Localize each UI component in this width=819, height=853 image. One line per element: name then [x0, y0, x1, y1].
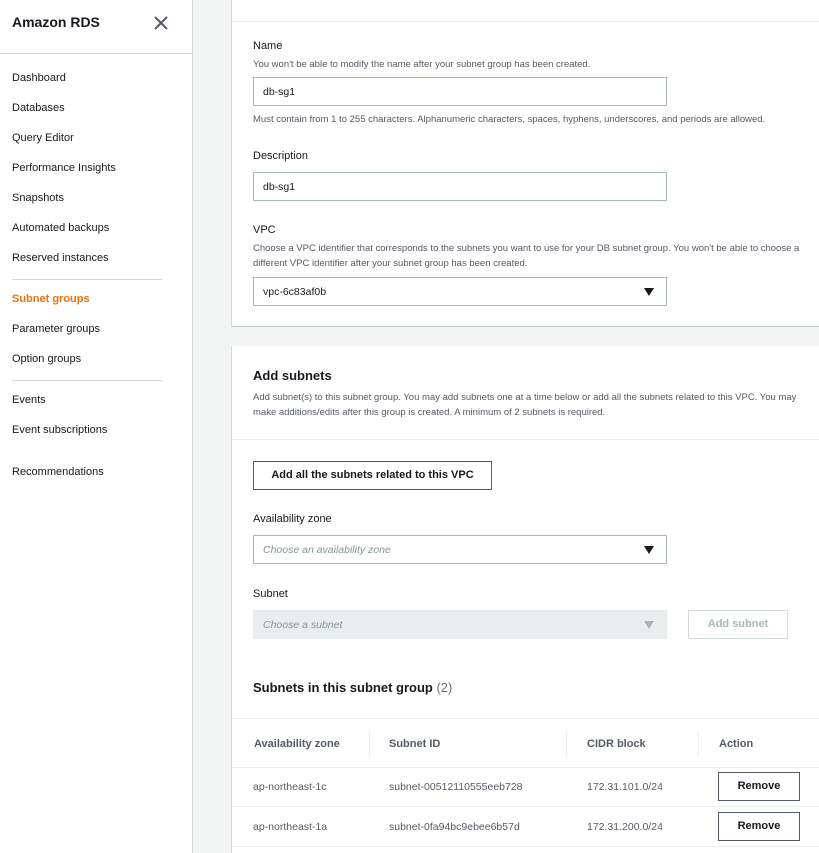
subnets-table-title-text: Subnets in this subnet group [253, 680, 433, 695]
cell-availability-zone: ap-northeast-1a [253, 821, 328, 833]
sidebar-title: Amazon RDS [12, 14, 100, 30]
name-input-value: db-sg1 [263, 86, 296, 98]
add-all-subnets-button[interactable]: Add all the subnets related to this VPC [253, 461, 492, 490]
chevron-down-icon [644, 546, 654, 554]
description-input[interactable]: db-sg1 [253, 172, 667, 201]
cell-subnet-id: subnet-00512110555eeb728 [389, 781, 523, 793]
subnets-table-header: Subnets in this subnet group (2) [232, 660, 819, 718]
column-separator [698, 731, 699, 757]
vpc-label: VPC [253, 224, 276, 236]
add-subnets-description: Add subnet(s) to this subnet group. You … [253, 392, 797, 418]
vpc-hint: Choose a VPC identifier that corresponds… [253, 243, 800, 269]
sidebar-item-subnet-groups[interactable]: Subnet groups [12, 293, 90, 305]
subnet-placeholder: Choose a subnet [263, 619, 343, 631]
availability-zone-placeholder: Choose an availability zone [263, 544, 391, 556]
vpc-select[interactable]: vpc-6c83af0b [253, 277, 667, 306]
navigation-sidebar: Amazon RDS Dashboard Databases Query Edi… [0, 0, 193, 853]
column-separator [369, 731, 370, 757]
subnet-label: Subnet [253, 588, 288, 600]
name-label: Name [253, 40, 283, 52]
table-header-row: Availability zone Subnet ID CIDR block A… [232, 718, 819, 768]
cell-availability-zone: ap-northeast-1c [253, 781, 327, 793]
sidebar-item-query-editor[interactable]: Query Editor [12, 132, 74, 144]
sidebar-item-snapshots[interactable]: Snapshots [12, 192, 64, 204]
column-header-action: Action [719, 738, 754, 750]
sidebar-item-databases[interactable]: Databases [12, 102, 65, 114]
name-input[interactable]: db-sg1 [253, 77, 667, 106]
chevron-down-icon [644, 288, 654, 296]
subnets-count: (2) [436, 680, 453, 695]
column-header-availability-zone[interactable]: Availability zone [254, 738, 340, 750]
sidebar-item-reserved-instances[interactable]: Reserved instances [12, 252, 109, 264]
close-icon[interactable] [152, 14, 170, 32]
column-header-subnet-id[interactable]: Subnet ID [389, 738, 440, 750]
subnet-group-details-panel: Name You won't be able to modify the nam… [231, 0, 819, 327]
chevron-down-icon [644, 621, 654, 629]
cell-subnet-id: subnet-0fa94bc9ebee6b57d [389, 821, 520, 833]
name-hint: You won't be able to modify the name aft… [253, 59, 591, 70]
availability-zone-label: Availability zone [253, 513, 332, 525]
sidebar-item-events[interactable]: Events [12, 394, 46, 406]
sidebar-item-option-groups[interactable]: Option groups [12, 353, 81, 365]
subnet-select[interactable]: Choose a subnet [253, 610, 667, 639]
sidebar-header: Amazon RDS [0, 0, 192, 54]
sidebar-item-dashboard[interactable]: Dashboard [12, 72, 66, 84]
remove-button[interactable]: Remove [718, 772, 800, 801]
add-subnets-title: Add subnets [253, 368, 332, 383]
remove-button[interactable]: Remove [718, 812, 800, 841]
cell-cidr-block: 172.31.200.0/24 [587, 821, 663, 833]
sidebar-item-recommendations[interactable]: Recommendations [12, 466, 104, 478]
add-subnets-panel: Add subnets Add subnet(s) to this subnet… [231, 346, 819, 666]
column-header-cidr-block[interactable]: CIDR block [587, 738, 646, 750]
sidebar-item-automated-backups[interactable]: Automated backups [12, 222, 109, 234]
vpc-select-value: vpc-6c83af0b [263, 286, 327, 298]
subnets-table-panel: Subnets in this subnet group (2) Availab… [231, 660, 819, 853]
sidebar-item-event-subscriptions[interactable]: Event subscriptions [12, 424, 107, 436]
sidebar-divider [12, 380, 162, 381]
add-subnets-header: Add subnets Add subnet(s) to this subnet… [232, 346, 819, 440]
table-row: ap-northeast-1a subnet-0fa94bc9ebee6b57d… [232, 807, 819, 847]
sidebar-item-parameter-groups[interactable]: Parameter groups [12, 323, 100, 335]
panel-divider [232, 21, 819, 22]
cell-cidr-block: 172.31.101.0/24 [587, 781, 663, 793]
add-subnet-button[interactable]: Add subnet [688, 610, 788, 639]
column-separator [566, 731, 567, 757]
sidebar-divider [12, 279, 162, 280]
description-input-value: db-sg1 [263, 181, 296, 193]
availability-zone-select[interactable]: Choose an availability zone [253, 535, 667, 564]
subnets-table-title: Subnets in this subnet group (2) [253, 680, 452, 695]
name-constraint-hint: Must contain from 1 to 255 characters. A… [253, 114, 766, 125]
description-label: Description [253, 150, 309, 162]
sidebar-item-performance-insights[interactable]: Performance Insights [12, 162, 116, 174]
table-row: ap-northeast-1c subnet-00512110555eeb728… [232, 767, 819, 807]
